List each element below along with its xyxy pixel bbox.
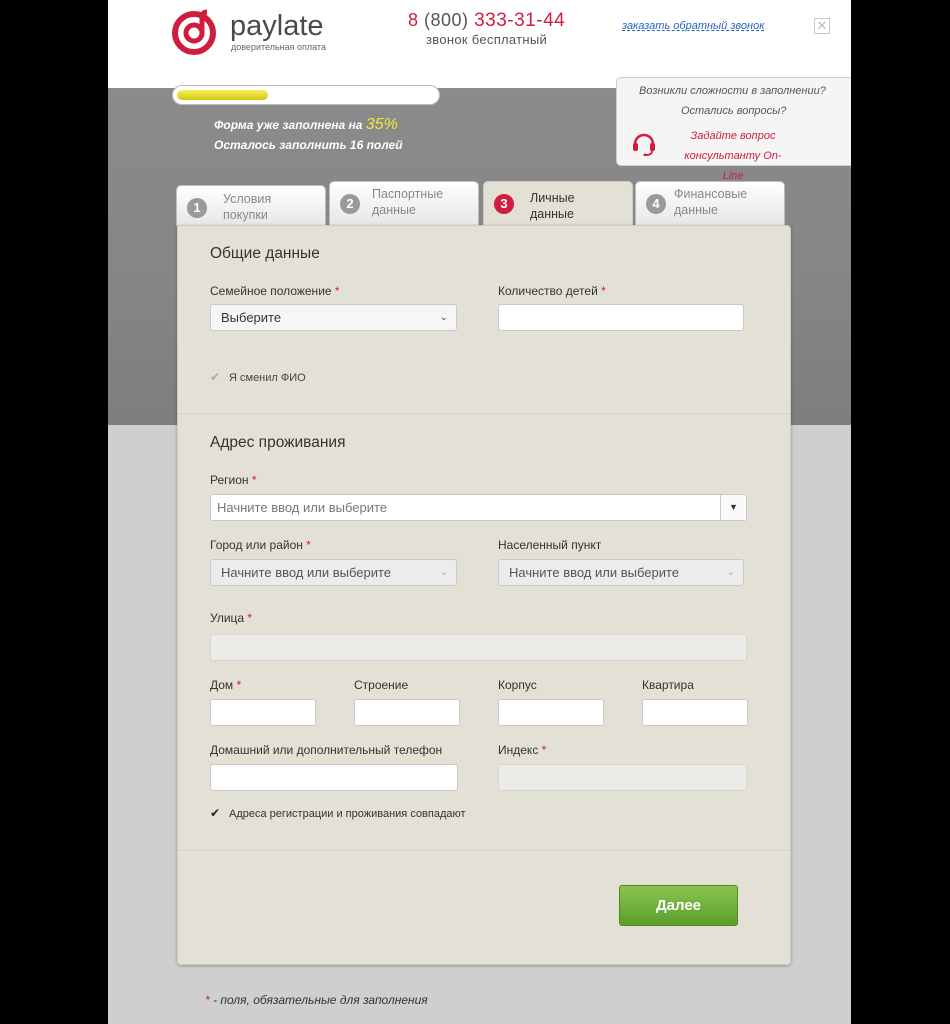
required-mark: *	[251, 473, 257, 487]
tab-personal-data[interactable]: 3 Личные данные	[483, 181, 633, 226]
city-select[interactable]: Начните ввод или выберите ⌄	[210, 559, 457, 586]
block-label: Корпус	[498, 678, 537, 692]
apartment-input[interactable]	[642, 699, 748, 726]
select-value: Начните ввод или выберите	[221, 565, 392, 580]
required-mark: *	[205, 993, 210, 1007]
home-phone-label: Домашний или дополнительный телефон	[210, 743, 443, 757]
required-mark: *	[247, 611, 253, 625]
personal-data-form: Общие данные Семейное положение * Выбери…	[177, 225, 791, 965]
header: paylate доверительная оплата 8 (800) 333…	[108, 0, 851, 88]
phone-prefix: 8	[408, 10, 419, 30]
progress-bar	[172, 85, 440, 105]
required-mark: *	[306, 538, 311, 552]
tab-passport-data[interactable]: 2 Паспортные данные	[329, 181, 479, 226]
online-consultant-link[interactable]: Задайте вопрос консультанту On-Line	[675, 126, 791, 186]
callback-link[interactable]: заказать обратный звонок	[622, 20, 764, 32]
required-mark: *	[334, 284, 340, 298]
tab-label: Условия покупки	[223, 192, 272, 222]
children-count-label: Количество детей *	[498, 284, 606, 298]
tab-number: 2	[340, 194, 360, 214]
checkbox-label: Я сменил ФИО	[229, 372, 306, 384]
marital-status-select[interactable]: Выберите ⌄	[210, 304, 457, 331]
phone-subtitle: звонок бесплатный	[426, 32, 548, 47]
remaining-fields-text: Осталось заполнить 16 полей	[214, 138, 403, 152]
settlement-select[interactable]: Начните ввод или выберите ⌄	[498, 559, 744, 586]
block-input[interactable]	[498, 699, 604, 726]
house-input[interactable]	[210, 699, 316, 726]
index-input[interactable]	[498, 764, 747, 791]
help-question-1: Возникли сложности в заполнении?	[639, 85, 826, 97]
section-title-address: Адрес проживания	[210, 434, 346, 451]
section-divider	[178, 413, 790, 414]
city-label: Город или район *	[210, 538, 311, 552]
required-mark: *	[236, 678, 242, 692]
checkmark-icon[interactable]: ✔	[210, 370, 223, 384]
home-phone-input[interactable]	[210, 764, 458, 791]
next-button[interactable]: Далее	[619, 885, 738, 926]
tab-purchase-terms[interactable]: 1 Условия покупки	[176, 185, 326, 226]
settlement-label: Населенный пункт	[498, 538, 602, 552]
street-input[interactable]	[210, 634, 747, 661]
label-text: Количество детей	[498, 284, 598, 298]
label-text: Город или район	[210, 538, 303, 552]
help-question-2: Остались вопросы?	[681, 105, 787, 117]
index-label: Индекс *	[498, 743, 546, 757]
phone-digits: 333-31-44	[474, 10, 566, 31]
label-text: Индекс	[498, 743, 539, 757]
label-text: Семейное положение	[210, 284, 332, 298]
headset-icon[interactable]	[631, 130, 657, 156]
progress-prefix: Форма уже заполнена на	[214, 118, 363, 132]
caret-down-icon[interactable]: ▼	[720, 495, 746, 520]
same-address-checkbox-row[interactable]: ✔ Адреса регистрации и проживания совпада…	[210, 806, 466, 820]
tab-number: 3	[494, 194, 514, 214]
tab-financial-data[interactable]: 4 Финансовые данные	[635, 181, 785, 226]
logo[interactable]: paylate доверительная оплата	[172, 9, 352, 55]
chevron-down-icon: ⌄	[726, 567, 735, 578]
chevron-down-icon: ⌄	[439, 567, 448, 578]
paylate-logo-icon	[172, 9, 216, 55]
tab-label: Личные данные	[530, 191, 575, 221]
changed-name-checkbox-row[interactable]: ✔ Я сменил ФИО	[210, 370, 306, 384]
region-combobox[interactable]: Начните ввод или выберите ▼	[210, 494, 747, 521]
close-icon[interactable]: ✕	[814, 18, 830, 34]
progress-fill	[177, 90, 268, 100]
page: paylate доверительная оплата 8 (800) 333…	[108, 0, 851, 1024]
building-label: Строение	[354, 678, 409, 692]
phone-number: 8 (800) 333-31-44	[408, 10, 565, 32]
tab-label: Паспортные данные	[372, 187, 444, 217]
tab-label: Финансовые данные	[674, 187, 748, 217]
checkmark-icon[interactable]: ✔	[210, 806, 223, 820]
label-text: Регион	[210, 473, 249, 487]
progress-percent: 35%	[365, 116, 398, 133]
footnote-text: - поля, обязательные для заполнения	[213, 993, 428, 1007]
chevron-down-icon: ⌄	[439, 312, 448, 323]
combo-placeholder: Начните ввод или выберите	[217, 500, 388, 515]
house-label: Дом *	[210, 678, 241, 692]
progress-text: Форма уже заполнена на 35%	[214, 116, 398, 134]
tab-number: 1	[187, 198, 207, 218]
street-label: Улица *	[210, 611, 252, 625]
section-divider	[178, 850, 790, 851]
region-label: Регион *	[210, 473, 257, 487]
required-footnote: * - поля, обязательные для заполнения	[205, 993, 428, 1007]
phone-code: (800)	[424, 10, 469, 30]
tab-number: 4	[646, 194, 666, 214]
marital-status-label: Семейное положение *	[210, 284, 340, 298]
required-mark: *	[601, 284, 606, 298]
children-count-input[interactable]	[498, 304, 744, 331]
logo-text: paylate	[230, 10, 324, 42]
logo-subtitle: доверительная оплата	[231, 42, 326, 52]
checkbox-label: Адреса регистрации и проживания совпадаю…	[229, 808, 466, 820]
select-value: Выберите	[221, 310, 282, 325]
building-input[interactable]	[354, 699, 460, 726]
select-value: Начните ввод или выберите	[509, 565, 680, 580]
required-mark: *	[541, 743, 547, 757]
label-text: Улица	[210, 611, 245, 625]
help-box: Возникли сложности в заполнении? Осталис…	[616, 77, 851, 182]
section-title-general: Общие данные	[210, 245, 320, 262]
label-text: Дом	[210, 678, 234, 692]
apartment-label: Квартира	[642, 678, 694, 692]
